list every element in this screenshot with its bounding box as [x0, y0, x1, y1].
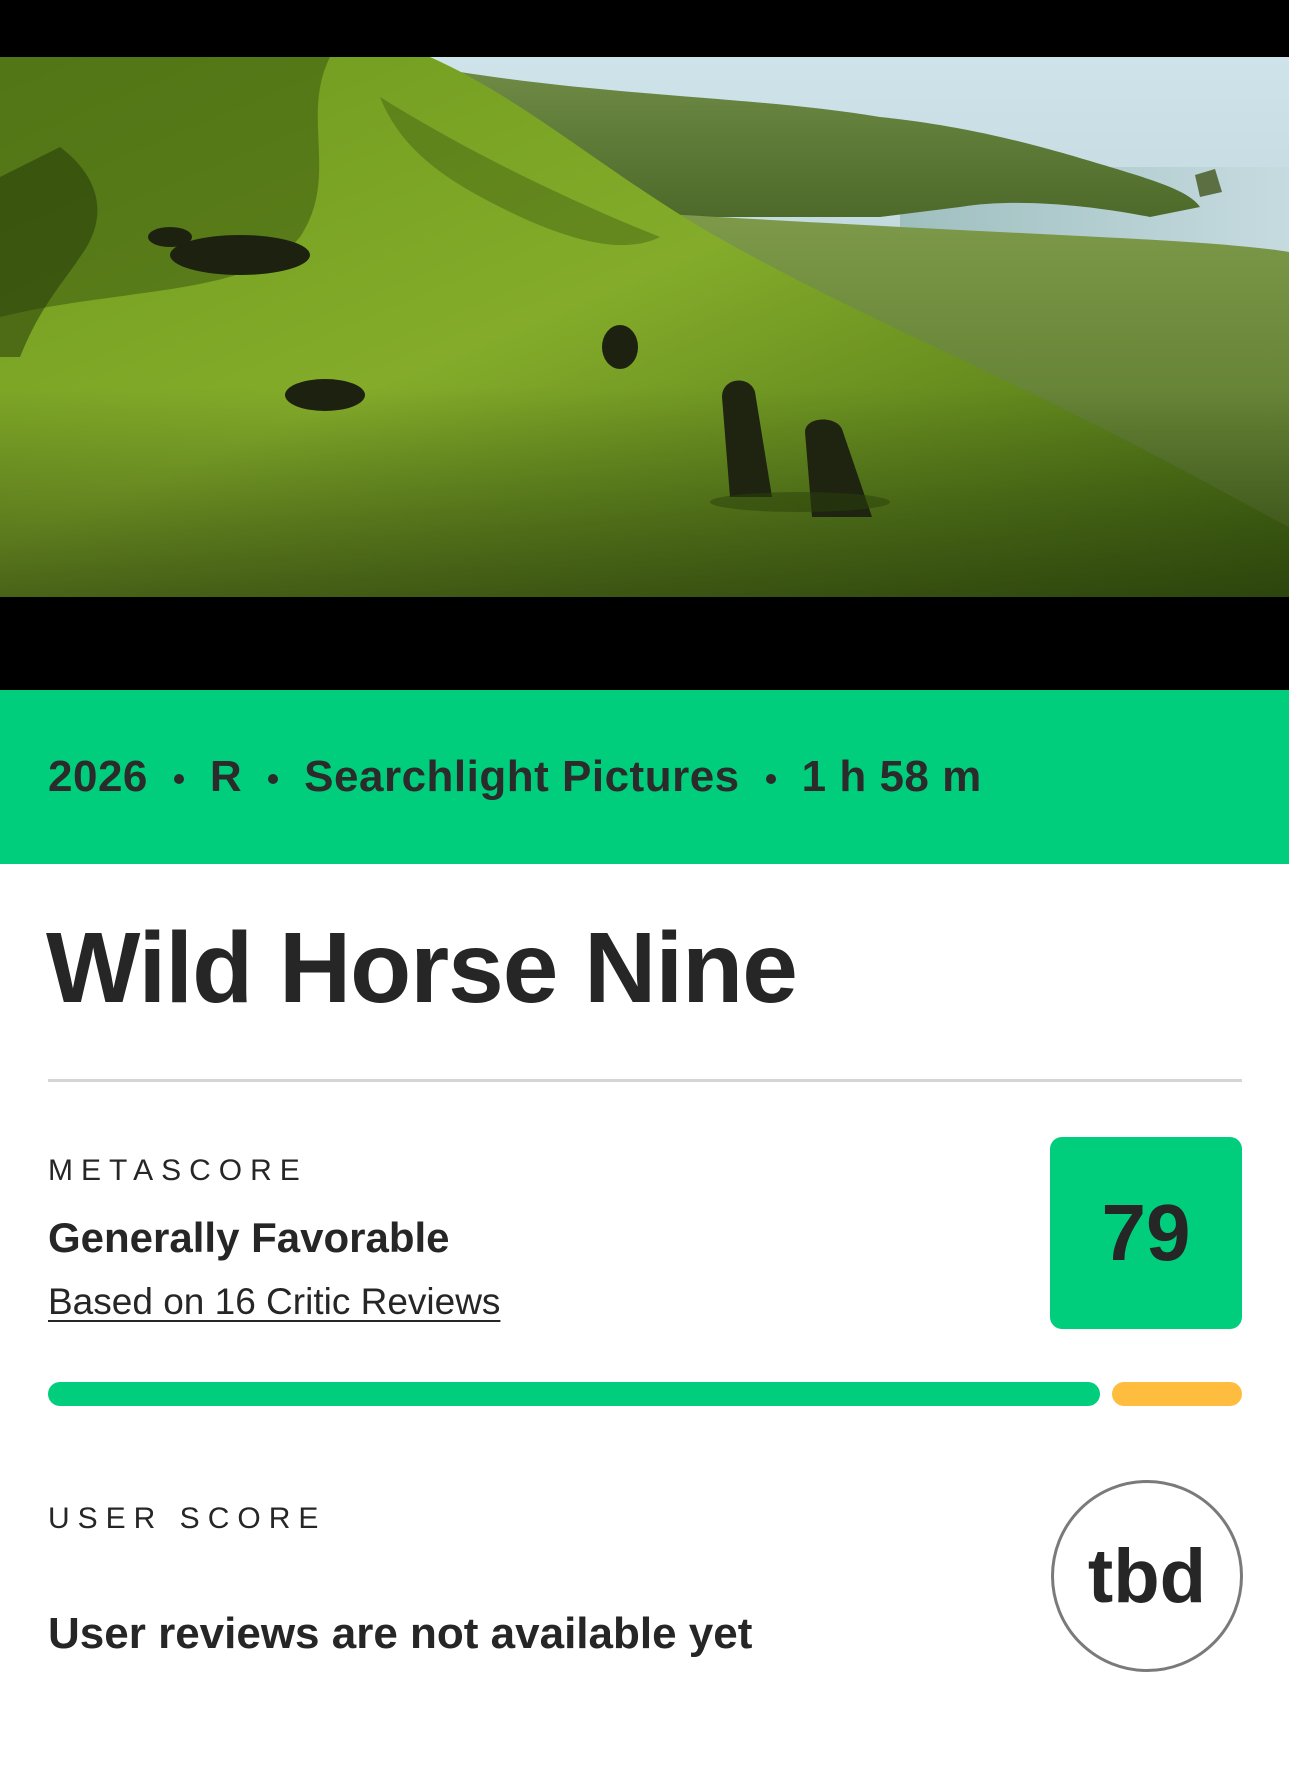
- separator-dot-icon: [765, 774, 776, 784]
- distribution-positive-segment: [48, 1382, 1100, 1406]
- userscore-note: User reviews are not available yet: [48, 1609, 753, 1658]
- metascore-label: METASCORE: [48, 1154, 308, 1187]
- studio-name: Searchlight Pictures: [304, 752, 740, 801]
- distribution-mixed-segment: [1112, 1382, 1242, 1406]
- separator-dot-icon: [173, 774, 184, 784]
- separator-dot-icon: [268, 774, 279, 784]
- content-rating: R: [209, 752, 243, 801]
- runtime: 1 h 58 m: [801, 752, 982, 801]
- userscore-label: USER SCORE: [48, 1502, 327, 1535]
- page-title: Wild Horse Nine: [46, 912, 798, 1024]
- critic-reviews-link[interactable]: Based on 16 Critic Reviews: [48, 1281, 500, 1323]
- section-divider: [48, 1079, 1242, 1082]
- landscape-image: [0, 57, 1289, 597]
- hero-video[interactable]: [0, 0, 1289, 690]
- metascore-badge[interactable]: 79: [1050, 1137, 1242, 1329]
- score-distribution-bar: [48, 1382, 1242, 1406]
- release-year: 2026: [48, 752, 148, 801]
- movie-page: 2026 R Searchlight Pictures 1 h 58 m Wil…: [0, 0, 1289, 1781]
- userscore-badge[interactable]: tbd: [1051, 1480, 1243, 1672]
- metascore-verdict: Generally Favorable: [48, 1214, 450, 1261]
- movie-meta-strip: 2026 R Searchlight Pictures 1 h 58 m: [0, 690, 1289, 864]
